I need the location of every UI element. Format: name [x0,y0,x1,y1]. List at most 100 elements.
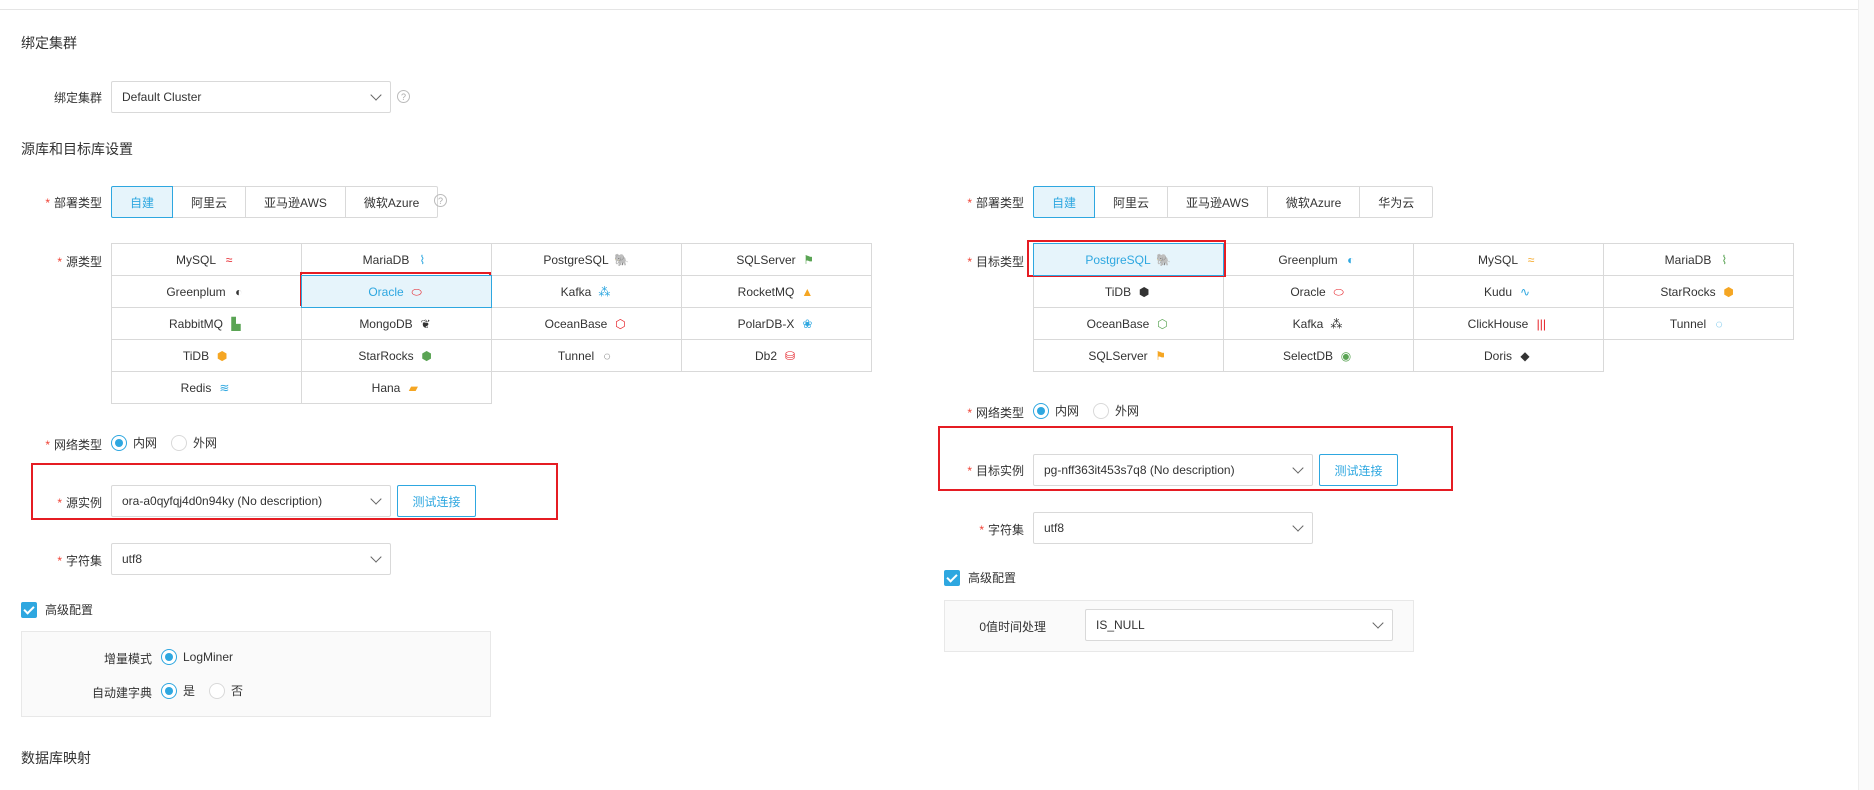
radio-checked-icon[interactable] [1033,402,1049,419]
target-type-option[interactable]: SQLServer ⚑ [1033,339,1224,372]
source-type-option[interactable]: Greenplum ◐ [111,275,302,308]
target-type-option[interactable]: Kudu ∿ [1413,275,1604,308]
source-deploy-option[interactable]: 阿里云 [172,186,247,218]
zero-time-value: IS_NULL [1096,618,1145,632]
checkbox-checked-icon[interactable] [944,569,960,586]
checkbox-checked-icon[interactable] [21,601,37,618]
target-type-option[interactable]: Greenplum ◐ [1223,243,1414,276]
mongodb-icon: ❦ [420,316,431,331]
oceanbase-icon: ⬡ [615,316,626,331]
help-icon[interactable]: ? [434,194,447,207]
target-instance-select[interactable]: pg-nff363it453s7q8 (No description) [1033,454,1313,486]
chevron-down-icon [370,551,382,563]
source-type-label: Redis [180,380,212,395]
target-type-option[interactable]: OceanBase ⬡ [1033,307,1224,340]
target-test-connection-button[interactable]: 测试连接 [1319,454,1398,486]
target-type-option[interactable]: ClickHouse ||| [1413,307,1604,340]
help-icon[interactable]: ? [397,90,410,103]
source-type-option[interactable]: Hana ▰ [301,371,492,404]
source-network-radio-label: 内网 [133,436,158,450]
target-deploy-option[interactable]: 自建 [1033,186,1096,218]
source-advanced-toggle[interactable]: 高级配置 [21,601,93,618]
target-charset-value: utf8 [1044,521,1065,535]
target-type-option[interactable]: StarRocks ⬢ [1603,275,1794,308]
source-type-option[interactable]: RabbitMQ ▙ [111,307,302,340]
scrollbar[interactable] [1858,0,1874,790]
target-deploy-segment[interactable]: 自建 阿里云 亚马逊AWS 微软Azure 华为云 [1033,186,1434,218]
target-type-option[interactable]: Oracle ⬭ [1223,275,1414,308]
cluster-label: 绑定集群 [53,91,102,105]
zero-time-label: 0值时间处理 [979,620,1046,634]
source-type-option[interactable]: Db2 ⛁ [681,339,872,372]
source-type-option[interactable]: MySQL ≈ [111,243,302,276]
target-type-option[interactable]: MySQL ≈ [1413,243,1604,276]
target-network-radio[interactable]: 外网 [1093,402,1139,419]
section-title-bind-cluster: 绑定集群 [21,35,77,51]
kafka-icon: ⁂ [598,284,611,299]
source-type-option[interactable]: SQLServer ⚑ [681,243,872,276]
auto-dict-radio[interactable]: 是 [161,682,195,699]
radio-checked-icon[interactable] [111,434,127,451]
source-type-option[interactable]: StarRocks ⬢ [301,339,492,372]
cluster-select-value: Default Cluster [122,90,202,104]
source-deploy-segment[interactable]: 自建 阿里云 亚马逊AWS 微软Azure [111,186,439,218]
target-advanced-toggle[interactable]: 高级配置 [944,569,1016,586]
source-deploy-label: * 部署类型 [45,196,102,210]
zero-time-select[interactable]: IS_NULL [1085,609,1393,641]
source-network-radio[interactable]: 内网 [111,434,157,451]
target-type-label: Doris [1483,348,1512,363]
target-deploy-option[interactable]: 亚马逊AWS [1167,186,1268,218]
target-type-option[interactable]: SelectDB ◉ [1223,339,1414,372]
source-test-connection-button[interactable]: 测试连接 [397,485,476,517]
source-instance-select[interactable]: ora-a0qyfqj4d0n94ky (No description) [111,485,391,517]
target-network-radio-label: 外网 [1115,404,1140,418]
incremental-mode-radio[interactable]: LogMiner [161,649,233,665]
radio-checked-icon[interactable] [161,649,177,665]
source-type-option[interactable]: PostgreSQL 🐘 [491,243,682,276]
cluster-select[interactable]: Default Cluster [111,81,391,113]
source-type-option[interactable]: OceanBase ⬡ [491,307,682,340]
rabbitmq-icon: ▙ [231,316,241,331]
target-type-option[interactable]: Doris ◆ [1413,339,1604,372]
target-network-radio[interactable]: 内网 [1033,402,1079,419]
target-type-option[interactable]: PostgreSQL 🐘 [1033,243,1224,276]
target-network-radio-group: 内网 外网 [1033,402,1153,419]
radio-unchecked-icon[interactable] [171,434,188,451]
source-deploy-option[interactable]: 自建 [111,186,174,218]
source-type-label: Kafka [560,284,592,299]
target-deploy-option[interactable]: 微软Azure [1266,186,1361,218]
radio-checked-icon[interactable] [161,682,177,699]
target-type-option[interactable]: TiDB ⬢ [1033,275,1224,308]
source-type-label: MongoDB [359,316,413,331]
source-network-radio[interactable]: 外网 [171,434,217,451]
target-deploy-option[interactable]: 华为云 [1359,186,1434,218]
source-type-option[interactable]: Kafka ⁂ [491,275,682,308]
source-deploy-option[interactable]: 亚马逊AWS [245,186,346,218]
target-deploy-option[interactable]: 阿里云 [1094,186,1169,218]
source-type-label: RabbitMQ [168,316,224,331]
source-deploy-option[interactable]: 微软Azure [344,186,439,218]
target-type-option[interactable]: Tunnel ◌ [1603,307,1794,340]
source-type-option[interactable]: Oracle ⬭ [301,275,492,308]
source-type-option[interactable]: MongoDB ❦ [301,307,492,340]
source-type-label: Oracle [368,284,404,299]
source-type-option[interactable]: RocketMQ ▲ [681,275,872,308]
radio-unchecked-icon[interactable] [1093,402,1110,419]
source-type-option[interactable]: Tunnel ◌ [491,339,682,372]
auto-dict-radio-group: 是否 [161,682,257,699]
source-charset-select[interactable]: utf8 [111,543,391,575]
mysql-icon: ≈ [225,252,233,267]
chevron-down-icon [370,493,382,505]
target-type-option[interactable]: Kafka ⁂ [1223,307,1414,340]
auto-dict-radio[interactable]: 否 [209,682,243,699]
radio-unchecked-icon[interactable] [209,682,226,699]
source-type-label: * 源类型 [57,255,102,269]
source-type-option[interactable]: TiDB ⬢ [111,339,302,372]
target-type-option[interactable]: MariaDB ⌇ [1603,243,1794,276]
tunnel-icon: ◌ [1715,316,1723,331]
source-type-option[interactable]: Redis ≋ [111,371,302,404]
target-charset-select[interactable]: utf8 [1033,512,1313,544]
source-type-label: Hana [371,380,401,395]
source-charset-label: * 字符集 [57,554,102,568]
source-type-option[interactable]: PolarDB-X ❀ [681,307,872,340]
